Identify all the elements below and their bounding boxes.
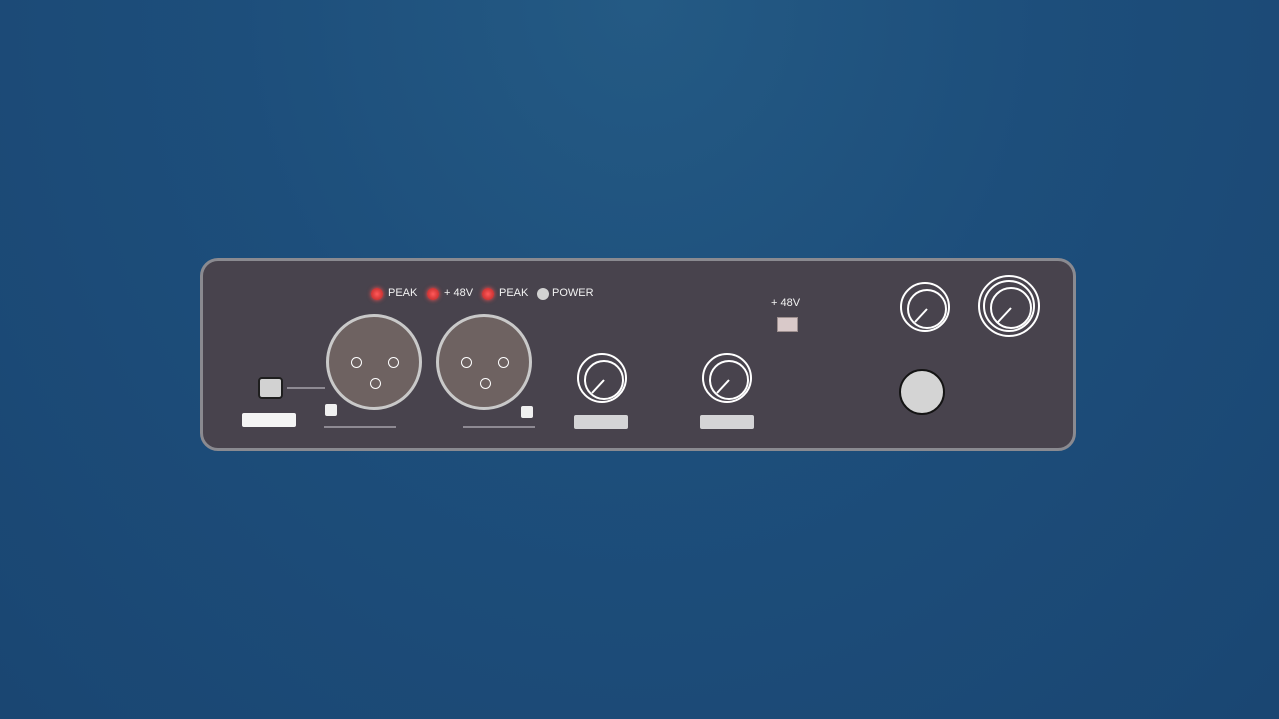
xlr-input-2[interactable]	[436, 314, 532, 410]
gain-knob-1[interactable]	[575, 351, 629, 405]
peak-led-1	[371, 288, 383, 300]
headphone-level-knob[interactable]	[976, 273, 1042, 339]
xlr-2-latch	[521, 406, 533, 418]
phantom-power-button[interactable]	[777, 317, 798, 332]
phantom-button-label: + 48V	[771, 297, 801, 309]
peak-label-1: PEAK	[388, 287, 418, 299]
peak-label-2: PEAK	[499, 287, 529, 299]
xlr-pin	[388, 357, 399, 368]
phantom-led-label: + 48V	[444, 287, 474, 299]
gain-knob-2[interactable]	[700, 351, 754, 405]
xlr-pin	[480, 378, 491, 389]
xlr-pin	[461, 357, 472, 368]
audio-interface-panel: PEAK + 48V PEAK POWER + 48V	[200, 258, 1076, 451]
xlr-2-underline	[463, 426, 535, 428]
gain-2-label-plate	[700, 415, 754, 429]
xlr-input-1[interactable]	[326, 314, 422, 410]
headphone-jack[interactable]	[899, 369, 945, 415]
gain-1-label-plate	[574, 415, 628, 429]
xlr-pin	[351, 357, 362, 368]
inst-switch-button[interactable]	[258, 377, 283, 399]
switch-connector-line	[287, 387, 325, 389]
xlr-1-latch	[325, 404, 337, 416]
phantom-led	[427, 288, 439, 300]
xlr-pin	[370, 378, 381, 389]
power-label: POWER	[552, 287, 594, 299]
xlr-pin	[498, 357, 509, 368]
switch-label-plate	[242, 413, 296, 427]
xlr-1-underline	[324, 426, 396, 428]
peak-led-2	[482, 288, 494, 300]
power-led	[537, 288, 549, 300]
monitor-knob[interactable]	[898, 280, 952, 334]
